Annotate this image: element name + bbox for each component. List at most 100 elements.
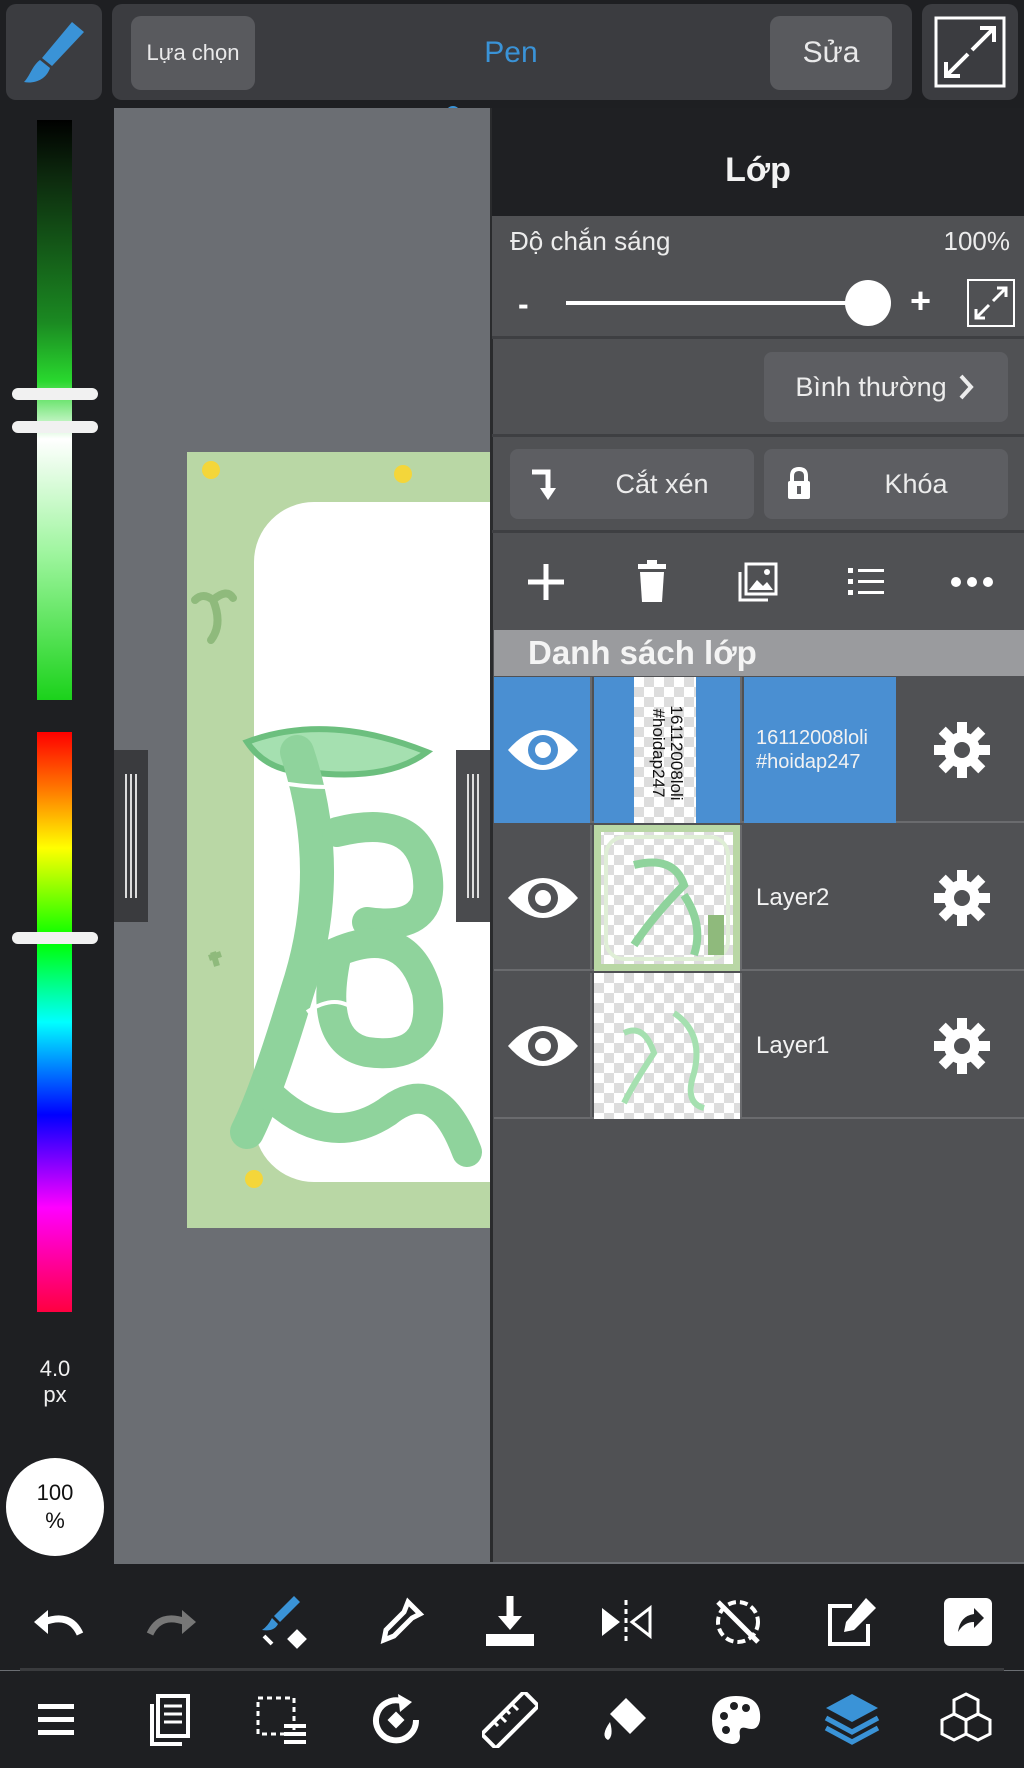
layer-opacity-knob[interactable] [845,280,891,326]
layer-opacity-slider[interactable] [566,301,866,305]
brush-size-unit: px [43,1382,67,1407]
layer-name[interactable]: Layer2 [744,825,900,971]
brush-opacity-value: 100 [36,1480,74,1505]
medibang-app: Lựa chọn Pen Sửa 4.0 px 100 % Lớp Độ chắ… [0,0,1024,1768]
materials-icon [940,1692,992,1742]
redo-icon [146,1610,196,1636]
materials-button[interactable] [936,1690,992,1746]
layer-list-button[interactable] [842,558,890,606]
eye-icon [508,878,578,918]
divider [492,434,1024,437]
opacity-increase-button[interactable]: + [910,280,931,322]
eye-icon [508,730,578,770]
flip-icon [602,1600,652,1644]
layer-thumbnail[interactable] [594,973,742,1119]
share-button[interactable] [940,1594,996,1650]
expand-icon [967,279,1015,327]
fill-button[interactable] [596,1692,652,1748]
opacity-expand-button[interactable] [966,278,1016,328]
layer-settings-button[interactable] [900,677,1024,823]
rotate-view-button[interactable] [368,1692,424,1748]
layer-thumbnail-text: 16112008loli #hoidap247 [649,705,686,801]
more-button[interactable] [948,558,996,606]
layer-thumbnail[interactable]: 16112008loli #hoidap247 [594,677,742,823]
divider [492,336,1024,339]
layer1-thumbnail-art [621,1010,705,1111]
pages-button[interactable] [144,1692,200,1748]
redo-button[interactable] [144,1594,200,1650]
palette-icon [712,1696,761,1744]
layer-name[interactable]: 16112008loli #hoidap247 [744,677,896,823]
lock-icon [788,466,810,499]
share-icon [944,1598,992,1646]
visibility-toggle[interactable] [494,677,592,823]
fullscreen-button[interactable] [922,4,1018,100]
layer-name-line2: #hoidap247 [756,751,861,773]
layers-button[interactable] [822,1690,880,1746]
edit-export-button[interactable] [824,1594,880,1650]
clipping-button[interactable]: Cắt xén [510,449,754,519]
gear-icon [934,1018,990,1074]
edit-button[interactable]: Sửa [770,16,892,90]
menu-icon [38,1704,74,1735]
hue-handle[interactable] [12,932,98,944]
brush-opacity-unit: % [45,1508,65,1533]
brush-tool-button[interactable] [6,4,102,100]
layer-list-icon [848,568,884,595]
layer-opacity-label: Độ chắn sáng [510,226,671,256]
blend-mode-button[interactable]: Bình thường [764,352,1008,422]
blend-mode-label: Bình thường [795,371,947,402]
left-panel-drag-handle[interactable] [114,750,148,922]
layer2-thumbnail-art [587,818,747,978]
undo-icon [34,1610,84,1636]
layers-icon [824,1694,880,1745]
hue-slider[interactable] [37,732,72,1312]
menu-button[interactable] [30,1692,86,1748]
brush-size-value: 4.0 [39,1356,71,1381]
layer-row[interactable]: Layer2 [494,818,1024,978]
layer-panel-drag-handle[interactable] [456,750,490,922]
layer-name-line1: 16112008loli [756,727,868,749]
current-tool-name[interactable]: Pen [380,28,642,78]
eye-icon [508,1026,578,1066]
expand-icon [934,16,1006,88]
rotate-reset-button[interactable] [710,1594,766,1650]
brush-transform-icon [262,1596,307,1649]
brightness-handle-top[interactable] [12,388,98,400]
save-button[interactable] [482,1594,538,1650]
layer-name[interactable]: Layer1 [744,973,900,1119]
save-icon [486,1596,534,1646]
lock-button[interactable]: Khóa [764,449,1008,519]
artwork-lettering [191,461,482,1188]
divider [492,530,1024,533]
brightness-slider[interactable] [37,120,72,700]
add-image-layer-button[interactable] [734,558,782,606]
lock-label: Khóa [884,469,948,499]
add-layer-button[interactable] [522,558,570,606]
eyedropper-button[interactable] [372,1594,428,1650]
opacity-decrease-button[interactable]: - [518,286,529,323]
undo-button[interactable] [30,1594,86,1650]
layer-thumbnail[interactable] [587,818,747,978]
select-button[interactable]: Lựa chọn [131,16,255,90]
visibility-toggle[interactable] [494,825,592,971]
flip-button[interactable] [598,1594,654,1650]
brightness-handle-bottom[interactable] [12,421,98,433]
gear-icon [934,722,990,778]
layer-row-selected[interactable]: 16112008loli #hoidap247 16112008loli #ho… [494,677,1024,823]
ruler-button[interactable] [478,1688,542,1752]
palette-button[interactable] [708,1692,764,1748]
selection-icon [256,1696,306,1744]
brush-transform-button[interactable] [254,1592,310,1649]
add-layer-icon [528,564,564,600]
layer-settings-button[interactable] [900,825,1024,971]
delete-layer-button[interactable] [628,558,676,606]
layer-row[interactable]: Layer1 [494,973,1024,1119]
selection-button[interactable] [254,1692,310,1748]
layer-opacity-value: 100% [943,226,1011,256]
visibility-toggle[interactable] [494,973,592,1119]
brush-opacity-button[interactable]: 100 % [6,1458,104,1556]
more-icon [951,577,993,587]
brush-size-label[interactable]: 4.0 px [20,1356,90,1408]
layer-settings-button[interactable] [900,973,1024,1119]
